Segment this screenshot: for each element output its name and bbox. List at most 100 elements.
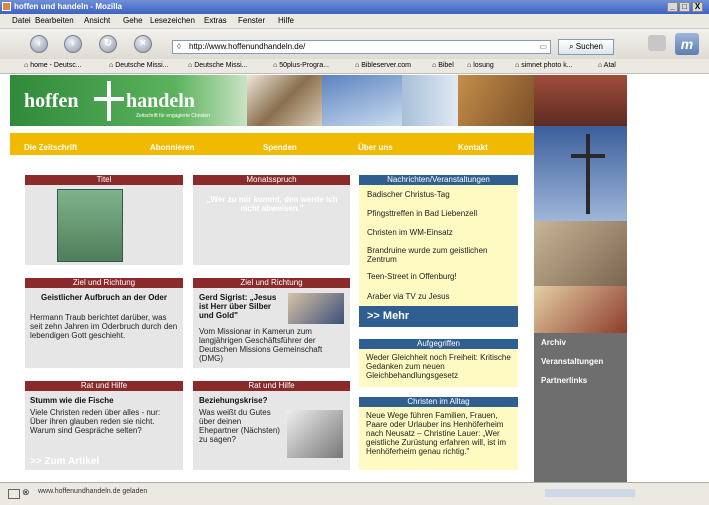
bookmark-label: Deutsche Missi... (194, 62, 248, 69)
menu-hilfe[interactable]: Hilfe (278, 16, 294, 25)
ziel2-header: Ziel und Richtung (193, 278, 350, 288)
news-item[interactable]: Christen im WM-Einsatz (367, 228, 512, 237)
nav-abonnieren[interactable]: Abonnieren (150, 143, 194, 152)
minimize-button[interactable]: _ (667, 2, 678, 12)
titel-header: Titel (25, 175, 183, 185)
menu-ansicht[interactable]: Ansicht (84, 16, 110, 25)
news-item[interactable]: Araber via TV zu Jesus (367, 292, 512, 301)
side-photo-sand (534, 221, 627, 286)
ziel1-body: Hermann Traub berichtet darüber, was sei… (30, 313, 178, 340)
bookmark-item[interactable]: ⌂ Atal (598, 62, 616, 69)
bookmark-item[interactable]: ⌂ simnet photo k... (515, 62, 573, 69)
header-photo-rope (247, 75, 322, 126)
news-item[interactable]: Brandruine wurde zum geistlichen Zentrum (367, 246, 497, 264)
bookmark-label: Bibleserver.com (361, 62, 411, 69)
monatsspruch-header: Monatsspruch (193, 175, 350, 185)
menu-gehe[interactable]: Gehe (123, 16, 143, 25)
news-item[interactable]: Teen-Street in Offenburg! (367, 272, 512, 281)
aufgegriffen-body[interactable]: Weder Gleichheit noch Freiheit: Kritisch… (366, 353, 514, 380)
logo-cross-icon (107, 81, 111, 121)
url-field[interactable]: ◊ http://www.hoffenundhandeln.de/ ▭ (172, 40, 551, 54)
side-nav (534, 333, 627, 482)
ziel2-title[interactable]: Gerd Sigrist: „Jesus ist Herr über Silbe… (199, 293, 283, 320)
rat2-title[interactable]: Beziehungskrise? (199, 396, 309, 405)
aufgegriffen-header: Aufgegriffen (359, 339, 518, 349)
bookmarks-bar: ⌂ home - Deutsc... ⌂ Deutsche Missi... ⌂… (0, 59, 709, 74)
rat2-header: Rat und Hilfe (193, 381, 350, 391)
rat2-body: Was weißt du Gutes über deinen Ehepartne… (199, 408, 280, 444)
bookmark-item[interactable]: ⌂ losung (467, 62, 494, 69)
header-photo-hand (402, 75, 458, 126)
magazine-cover-image[interactable] (57, 189, 123, 262)
header-photo-couple (534, 75, 627, 126)
header-photo-hands (458, 75, 534, 126)
mozilla-logo-icon: m (675, 33, 699, 55)
nav-zeitschrift[interactable]: Die Zeitschrift (24, 143, 77, 152)
news-header: Nachrichten/Veranstaltungen (359, 175, 518, 185)
search-icon: ⌕ (569, 42, 574, 51)
close-button[interactable]: X (692, 2, 703, 12)
browser-icon (2, 2, 11, 11)
status-progress (545, 489, 635, 497)
menu-extras[interactable]: Extras (204, 16, 227, 25)
page-icon: ◊ (177, 42, 181, 51)
url-dropdown-icon[interactable]: ▭ (539, 41, 547, 53)
news-more-link[interactable]: >> Mehr (359, 306, 518, 327)
rat2-photo (287, 410, 343, 458)
ziel1-header: Ziel und Richtung (25, 278, 183, 288)
back-icon[interactable]: ‹ (30, 35, 48, 53)
bookmark-label: simnet photo k... (521, 62, 573, 69)
nav-spenden[interactable]: Spenden (263, 143, 297, 152)
site-logo[interactable]: hoffen handeln Zeitschrift für engagiert… (10, 75, 247, 126)
search-label: Suchen (575, 42, 603, 51)
header-photo-sky (322, 75, 402, 126)
bookmark-item[interactable]: ⌂ Bibel (432, 62, 454, 69)
nav-ueber-uns[interactable]: Über uns (358, 143, 393, 152)
stop-icon[interactable]: × (134, 35, 152, 53)
news-item[interactable]: Pfingsttreffen in Bad Liebenzell (367, 209, 512, 218)
nav-kontakt[interactable]: Kontakt (458, 143, 488, 152)
side-link-partnerlinks[interactable]: Partnerlinks (541, 376, 587, 385)
forward-icon[interactable]: › (64, 35, 82, 53)
window-title: hoffen und handeln - Mozilla (14, 2, 122, 11)
bookmark-label: 50plus-Progra... (279, 62, 329, 69)
reload-icon[interactable]: ↻ (99, 35, 117, 53)
status-secure-icon: ⊗ (22, 487, 30, 497)
logo-cross-bar (94, 97, 124, 101)
logo-tagline: Zeitschrift für engagierte Christen (136, 113, 210, 119)
ziel1-title[interactable]: Geistlicher Aufbruch an der Oder (30, 293, 178, 302)
menu-fenster[interactable]: Fenster (238, 16, 265, 25)
search-button[interactable]: ⌕ Suchen (558, 39, 614, 55)
bookmark-item[interactable]: ⌂ Bibleserver.com (355, 62, 411, 69)
alltag-body[interactable]: Neue Wege führen Familien, Frauen, Paare… (366, 411, 514, 456)
news-more-label: >> Mehr (367, 310, 410, 322)
maximize-button[interactable]: □ (679, 2, 690, 12)
rat1-title[interactable]: Stumm wie die Fische (30, 396, 178, 405)
cross-bar (571, 154, 605, 158)
menu-datei[interactable]: Datei (12, 16, 31, 25)
menu-bearbeiten[interactable]: Bearbeiten (35, 16, 74, 25)
status-text: www.hoffenundhandeln.de geladen (38, 488, 148, 495)
status-bar: ⊗ www.hoffenundhandeln.de geladen (0, 482, 709, 505)
bookmark-item[interactable]: ⌂ 50plus-Progra... (273, 62, 329, 69)
menu-lesezeichen[interactable]: Lesezeichen (150, 16, 195, 25)
rat1-link[interactable]: >> Zum Artikel (30, 457, 99, 467)
side-photo-cross (534, 126, 627, 221)
ziel2-body: Vom Missionar in Kamerun zum langjährige… (199, 327, 323, 363)
side-link-veranstaltungen[interactable]: Veranstaltungen (541, 357, 603, 366)
bookmark-label: Atal (603, 62, 616, 69)
cross-icon (586, 134, 590, 214)
bookmark-item[interactable]: ⌂ home - Deutsc... (24, 62, 82, 69)
rat1-header: Rat und Hilfe (25, 381, 183, 391)
monatsspruch-text: „Wer zu mir kommt, den werde ich nicht a… (206, 195, 338, 213)
side-link-archiv[interactable]: Archiv (541, 338, 566, 347)
print-icon[interactable] (648, 35, 666, 51)
ziel2-photo (288, 293, 344, 324)
window-titlebar: hoffen und handeln - Mozilla _ □ X (0, 0, 709, 14)
bookmark-label: Bibel (438, 62, 454, 69)
status-icon (8, 489, 20, 499)
bookmark-label: losung (473, 62, 494, 69)
bookmark-item[interactable]: ⌂ Deutsche Missi... (188, 62, 247, 69)
news-item[interactable]: Badischer Christus-Tag (367, 190, 512, 199)
bookmark-item[interactable]: ⌂ Deutsche Missi... (109, 62, 168, 69)
